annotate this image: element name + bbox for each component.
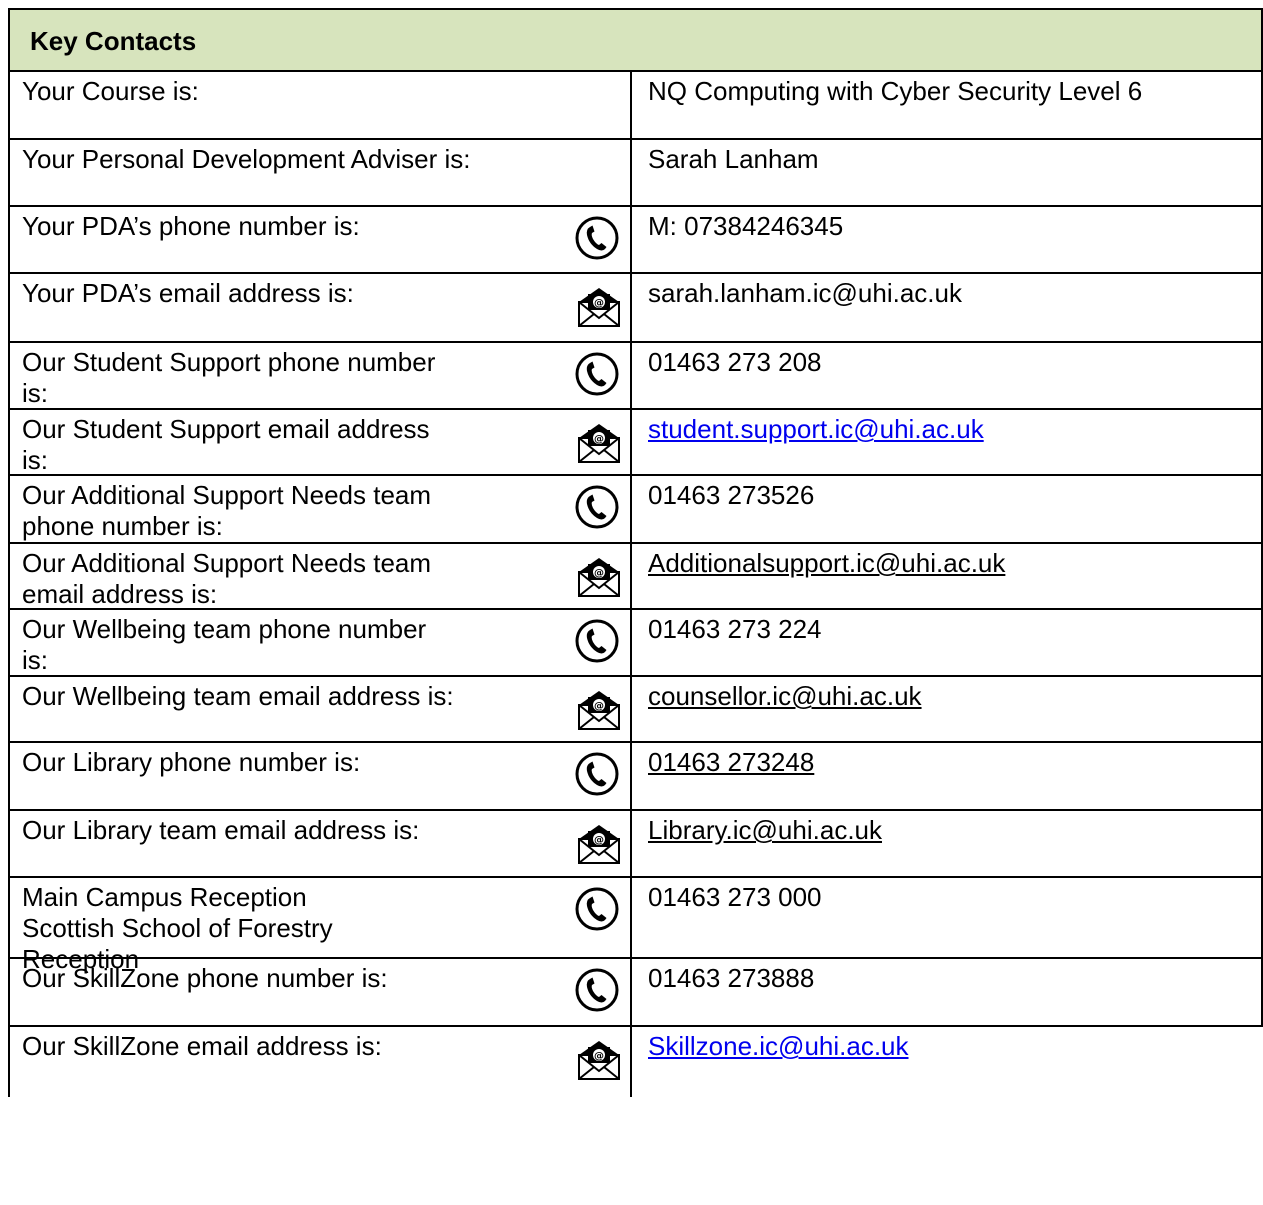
row-border-left: [8, 809, 10, 876]
contact-link[interactable]: Library.ic@uhi.ac.uk: [648, 815, 1263, 846]
phone-icon: [574, 751, 620, 802]
row-border-mid: [630, 408, 632, 474]
row-border-mid: [630, 1025, 632, 1097]
contact-value: 01463 273526: [648, 480, 815, 510]
phone-icon: [574, 886, 620, 937]
row-border-left: [8, 1025, 10, 1097]
key-contacts-document: Key Contacts Your Course is: NQ Computing…: [0, 0, 1263, 1205]
row-border-mid: [630, 876, 632, 957]
phone-icon: [574, 351, 620, 402]
row-border-left: [8, 138, 10, 205]
contact-link[interactable]: 01463 273248: [648, 747, 1263, 778]
contact-value: 01463 273 224: [648, 614, 822, 644]
contact-value: NQ Computing with Cyber Security Level 6: [648, 76, 1143, 106]
contact-label: Our Wellbeing team phone number is:: [22, 614, 427, 675]
email-icon: @: [574, 819, 624, 872]
row-border-mid: [630, 608, 632, 675]
contact-label: Our SkillZone phone number is:: [22, 963, 388, 993]
row-border-mid: [630, 70, 632, 138]
contact-link[interactable]: student.support.ic@uhi.ac.uk: [648, 414, 1263, 445]
table-border-top: [8, 8, 1263, 10]
contact-label: Our Library phone number is:: [22, 747, 361, 777]
email-icon: @: [574, 1035, 624, 1088]
contact-link[interactable]: Additionalsupport.ic@uhi.ac.uk: [648, 548, 1263, 579]
contact-link[interactable]: Skillzone.ic@uhi.ac.uk: [648, 1031, 1263, 1062]
svg-text:@: @: [594, 568, 604, 579]
contact-label: Your Course is:: [22, 76, 199, 106]
row-border-left: [8, 957, 10, 1025]
email-icon: @: [574, 282, 624, 335]
contact-value: Sarah Lanham: [648, 144, 819, 174]
row-border-bottom: [8, 1025, 1263, 1027]
row-border-bottom: [8, 876, 1263, 878]
row-border-left: [8, 474, 10, 542]
contact-label: Your Personal Development Adviser is:: [22, 144, 471, 174]
contact-value: 01463 273888: [648, 963, 815, 993]
page-title: Key Contacts: [30, 26, 197, 56]
table-border-header-bottom: [8, 70, 1263, 72]
row-border-bottom: [8, 741, 1263, 743]
svg-text:@: @: [594, 701, 604, 712]
row-border-bottom: [8, 341, 1263, 343]
contact-label: Our Wellbeing team email address is:: [22, 681, 454, 711]
row-border-mid: [630, 341, 632, 408]
row-border-bottom: [8, 138, 1263, 140]
contact-value: 01463 273 208: [648, 347, 822, 377]
svg-text:@: @: [594, 434, 604, 445]
contact-value: sarah.lanham.ic@uhi.ac.uk: [648, 278, 962, 308]
row-border-bottom: [8, 809, 1263, 811]
row-border-mid: [630, 741, 632, 809]
phone-icon: [574, 618, 620, 669]
email-icon: @: [574, 552, 624, 605]
row-border-mid: [630, 675, 632, 741]
contact-label: Our Library team email address is:: [22, 815, 420, 845]
row-border-mid: [630, 138, 632, 205]
row-border-left: [8, 741, 10, 809]
table-border-left-header: [8, 8, 10, 70]
row-border-bottom: [8, 542, 1263, 544]
row-border-left: [8, 70, 10, 138]
row-border-mid: [630, 272, 632, 341]
row-border-left: [8, 205, 10, 272]
contact-value: M: 07384246345: [648, 211, 844, 241]
row-border-left: [8, 542, 10, 608]
phone-icon: [574, 215, 620, 266]
row-border-left: [8, 272, 10, 341]
svg-text:@: @: [594, 835, 604, 846]
contact-label: Our SkillZone email address is:: [22, 1031, 382, 1061]
contact-label: Your PDA’s email address is:: [22, 278, 354, 308]
contact-link[interactable]: counsellor.ic@uhi.ac.uk: [648, 681, 1263, 712]
row-border-mid: [630, 205, 632, 272]
contact-label: Main Campus Reception Scottish School of…: [22, 882, 333, 974]
phone-icon: [574, 967, 620, 1018]
row-border-left: [8, 408, 10, 474]
contact-value: 01463 273 000: [648, 882, 822, 912]
phone-icon: [574, 484, 620, 535]
contact-label: Your PDA’s phone number is:: [22, 211, 360, 241]
row-border-mid: [630, 809, 632, 876]
row-border-left: [8, 876, 10, 957]
contact-label: Our Additional Support Needs team email …: [22, 548, 432, 609]
row-border-bottom: [8, 272, 1263, 274]
row-border-left: [8, 608, 10, 675]
row-border-mid: [630, 542, 632, 608]
contact-label: Our Additional Support Needs team phone …: [22, 480, 432, 541]
row-border-mid: [630, 957, 632, 1025]
svg-text:@: @: [594, 1051, 604, 1062]
contact-label: Our Student Support email address is:: [22, 414, 430, 475]
row-border-mid: [630, 474, 632, 542]
key-contacts-header: Key Contacts: [8, 8, 1263, 70]
row-border-bottom: [8, 205, 1263, 207]
row-border-left: [8, 675, 10, 741]
email-icon: @: [574, 685, 624, 738]
email-icon: @: [574, 418, 624, 471]
row-border-left: [8, 341, 10, 408]
svg-text:@: @: [594, 298, 604, 309]
contact-label: Our Student Support phone number is:: [22, 347, 436, 408]
